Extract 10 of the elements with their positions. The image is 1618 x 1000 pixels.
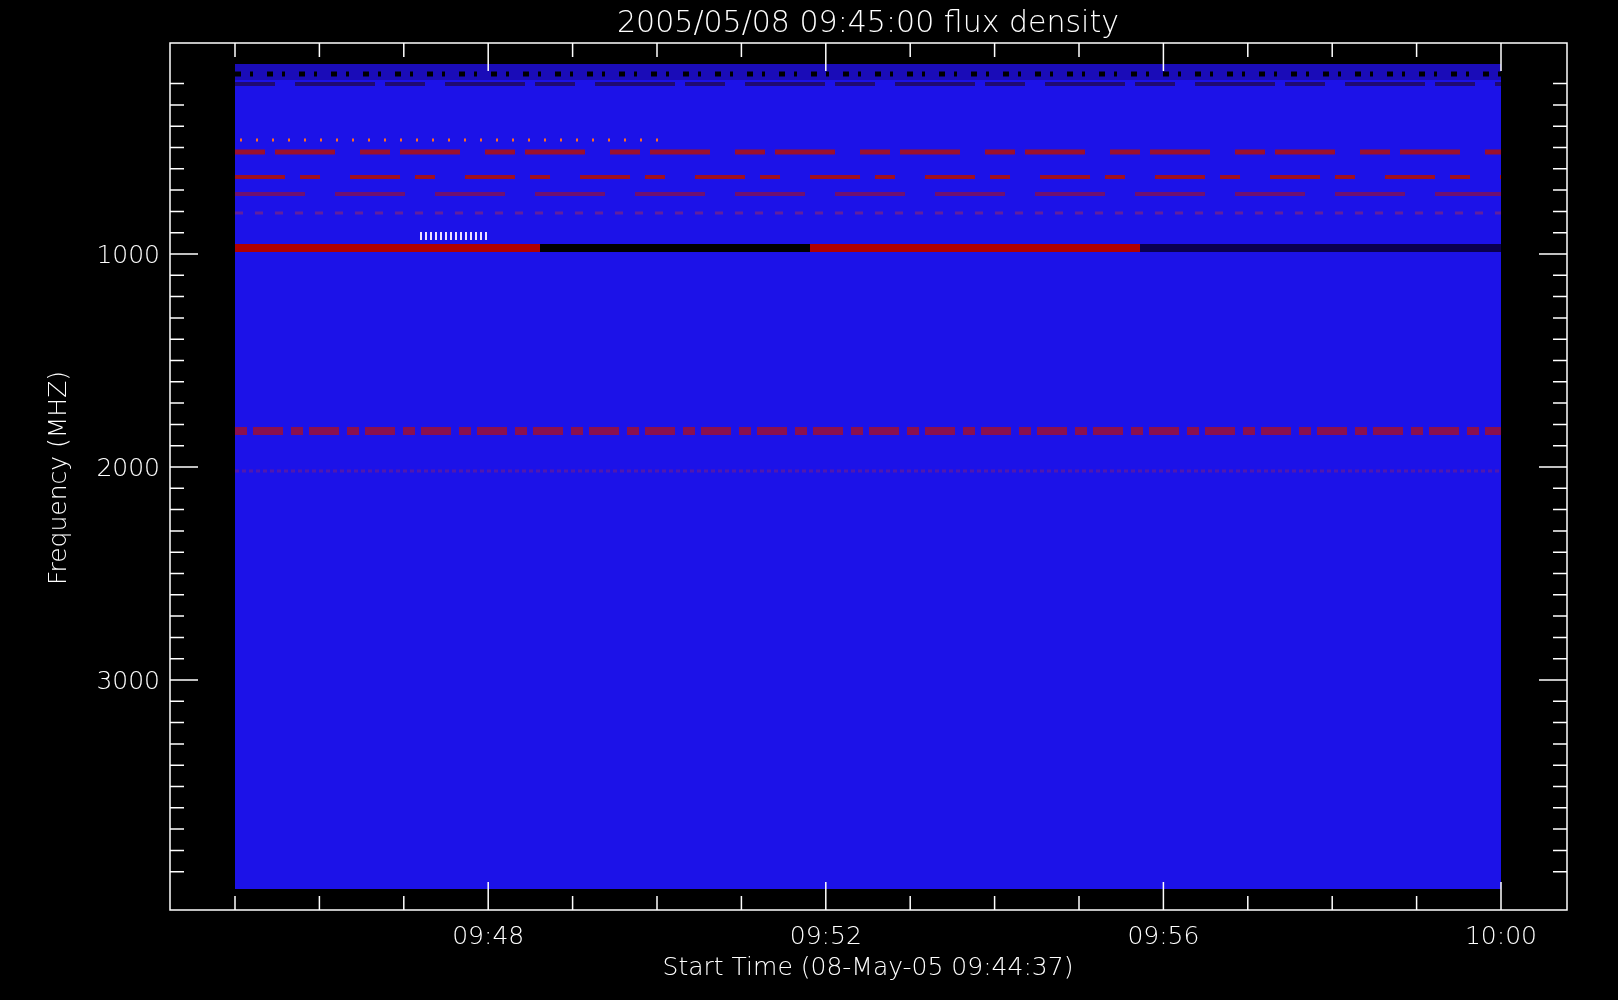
x-tick-label: 09:52 <box>789 921 862 950</box>
y-axis-label: Frequency (MHZ) <box>43 370 72 586</box>
y-tick-label: 3000 <box>96 666 160 695</box>
y-tick-label: 2000 <box>96 453 160 482</box>
plot-title: 2005/05/08 09:45:00 flux density <box>617 4 1119 39</box>
y-tick-label: 1000 <box>96 240 160 269</box>
x-tick-label: 09:56 <box>1127 921 1200 950</box>
x-axis-label: Start Time (08-May-05 09:44:37) <box>662 952 1074 981</box>
x-tick-label: 09:48 <box>452 921 525 950</box>
x-tick-label: 10:00 <box>1465 921 1537 950</box>
